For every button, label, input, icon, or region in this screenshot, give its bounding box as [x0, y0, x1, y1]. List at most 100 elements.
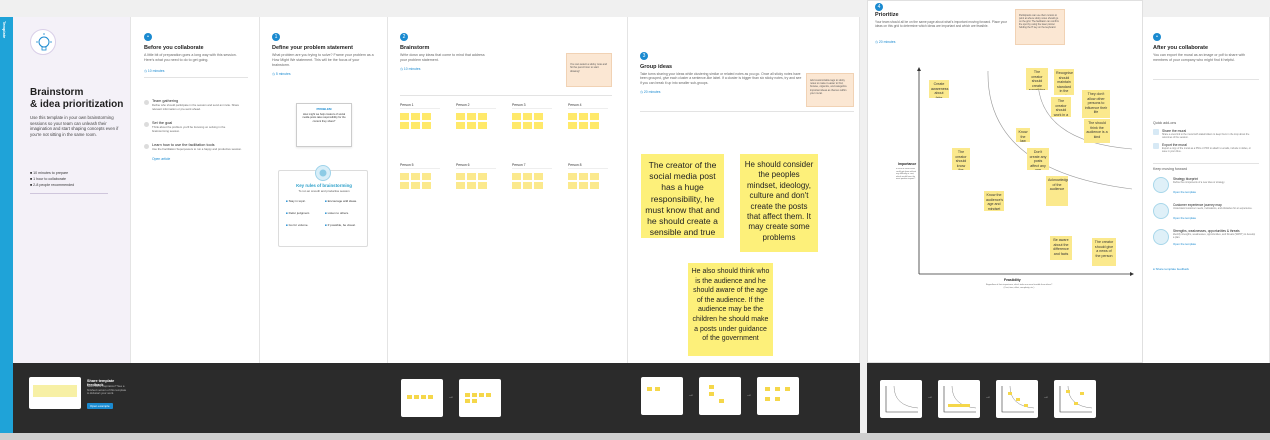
brainstorm-sticky[interactable] — [467, 113, 476, 120]
group-thumb-2[interactable] — [699, 377, 741, 415]
group-sticky-1[interactable]: The creator of the social media post has… — [641, 154, 724, 238]
priority-sticky-note[interactable]: Recognise should maintain standard in th… — [1054, 69, 1074, 95]
brainstorm-sticky[interactable] — [478, 182, 487, 189]
brainstorm-sticky[interactable] — [579, 122, 588, 129]
step2-time-link[interactable]: ◷ 10 minutes — [400, 67, 421, 71]
priority-sticky-note[interactable]: Know the law and rules — [1016, 128, 1030, 142]
step0-time-link[interactable]: ◷ 10 minutes — [144, 69, 165, 73]
brainstorm-sticky[interactable] — [568, 122, 577, 129]
brainstorm-sticky[interactable] — [400, 182, 409, 189]
brainstorm-thumb-1[interactable] — [401, 379, 443, 417]
priority-sticky-note[interactable]: The creator should give a news of the pe… — [1092, 238, 1116, 266]
brainstorm-sticky[interactable] — [534, 122, 543, 129]
group-thumb-1[interactable] — [641, 377, 683, 415]
priority-sticky-note[interactable]: The creator should know the audience — [952, 148, 970, 170]
intro-meta-2: ■ 1 hour to collaborate — [30, 177, 66, 181]
share-feedback-link[interactable]: ● Share template feedback — [1153, 267, 1189, 271]
next-template-1[interactable]: Strategy blueprint Define the components… — [1153, 177, 1259, 199]
brainstorm-sticky[interactable] — [534, 113, 543, 120]
priority-sticky-note[interactable]: They don't allow other persons to influe… — [1082, 90, 1110, 118]
brainstorm-sticky[interactable] — [534, 173, 543, 180]
intro-meta-1: ■ 10 minutes to prepare — [30, 171, 69, 175]
brainstorm-sticky[interactable] — [579, 173, 588, 180]
brainstorm-rules-card: Key rules of brainstorming To run an smo… — [278, 165, 368, 247]
step1-time-link[interactable]: ◷ 5 minutes — [272, 72, 291, 76]
before-collaborate-footer — [131, 363, 260, 433]
brainstorm-sticky[interactable] — [456, 173, 465, 180]
prioritize-thumb-2[interactable] — [938, 380, 980, 418]
brainstorm-sticky[interactable] — [568, 113, 577, 120]
brainstorm-sticky[interactable] — [523, 182, 532, 189]
brainstorm-sticky[interactable] — [411, 182, 420, 189]
open-example-button[interactable]: Open example — [87, 403, 113, 409]
brainstorm-sticky[interactable] — [400, 122, 409, 129]
brainstorm-sticky[interactable] — [400, 113, 409, 120]
prioritize-thumb-4[interactable] — [1054, 380, 1096, 418]
brainstorm-sticky[interactable] — [467, 182, 476, 189]
arrow-icon: → — [688, 392, 694, 398]
step5-desc: You can export the mural as an image or … — [1153, 53, 1245, 62]
arrow-icon: → — [927, 394, 933, 400]
brainstorm-sticky[interactable] — [590, 182, 599, 189]
mural-canvas[interactable]: Template Brainstorm & idea prioritizatio… — [0, 0, 1270, 440]
brainstorm-sticky[interactable] — [579, 113, 588, 120]
brainstorm-sticky[interactable] — [512, 122, 521, 129]
brainstorm-sticky[interactable] — [467, 122, 476, 129]
priority-sticky-note[interactable]: The creator should create something orig… — [1026, 68, 1048, 90]
group-thumb-3[interactable] — [757, 377, 799, 415]
step3-desc: Take turns sharing your ideas while clus… — [640, 72, 802, 85]
brainstorm-sticky[interactable] — [523, 173, 532, 180]
brainstorm-sticky[interactable] — [456, 182, 465, 189]
rule-2: ■ Encourage wild ideas. — [325, 199, 358, 203]
brainstorm-sticky[interactable] — [590, 122, 599, 129]
priority-sticky-note[interactable]: Be aware about the difference and facts — [1050, 236, 1072, 260]
brainstorm-thumb-2[interactable] — [459, 379, 501, 417]
brainstorm-sticky[interactable] — [523, 113, 532, 120]
brainstorm-sticky[interactable] — [456, 113, 465, 120]
brainstorm-sticky[interactable] — [478, 173, 487, 180]
brainstorm-sticky[interactable] — [512, 113, 521, 120]
brainstorm-sticky[interactable] — [568, 173, 577, 180]
priority-sticky-note[interactable]: The should think the audience is a kind — [1084, 119, 1110, 143]
priority-sticky-note[interactable]: Create awareness about fake posts in med… — [929, 80, 949, 98]
example-thumbnail[interactable] — [29, 377, 81, 409]
brainstorm-sticky[interactable] — [579, 182, 588, 189]
priority-sticky-note[interactable]: Know the audience's age and mindset — [984, 191, 1004, 211]
horizontal-scrollbar[interactable] — [0, 433, 1270, 440]
brainstorm-sticky[interactable] — [422, 173, 431, 180]
person-label: Person 2 — [456, 103, 470, 107]
brainstorm-sticky[interactable] — [411, 122, 420, 129]
brainstorm-sticky[interactable] — [422, 122, 431, 129]
next-template-3[interactable]: Strengths, weaknesses, opportunities & t… — [1153, 229, 1259, 251]
step5-title: After you collaborate — [1153, 45, 1209, 51]
priority-sticky-note[interactable]: Don't create any posts affect any one — [1027, 148, 1049, 170]
brainstorm-sticky[interactable] — [411, 113, 420, 120]
brainstorm-sticky[interactable] — [523, 122, 532, 129]
brainstorm-sticky[interactable] — [456, 122, 465, 129]
group-sticky-2[interactable]: He should consider the peoples mindset, … — [740, 154, 818, 252]
keep-moving-title: Keep moving forward — [1153, 167, 1187, 171]
brainstorm-sticky[interactable] — [400, 173, 409, 180]
next-template-2[interactable]: Customer experience journey map Understa… — [1153, 203, 1259, 225]
brainstorm-sticky[interactable] — [422, 182, 431, 189]
step0-desc: A little bit of preparation goes a long … — [144, 53, 237, 62]
group-sticky-3[interactable]: He also should think who is the audience… — [688, 263, 773, 356]
priority-sticky-note[interactable]: Acknowledge of the audience — [1046, 176, 1068, 206]
brainstorm-sticky[interactable] — [534, 182, 543, 189]
brainstorm-sticky[interactable] — [590, 173, 599, 180]
brainstorm-sticky[interactable] — [411, 173, 420, 180]
brainstorm-sticky[interactable] — [512, 182, 521, 189]
group-ideas-panel: 3 Group ideas Take turns sharing your id… — [628, 17, 860, 363]
prioritize-thumb-1[interactable] — [880, 380, 922, 418]
priority-sticky-note[interactable]: The creator should work in a good way — [1051, 97, 1071, 117]
brainstorm-sticky[interactable] — [478, 122, 487, 129]
brainstorm-sticky[interactable] — [422, 113, 431, 120]
brainstorm-sticky[interactable] — [590, 113, 599, 120]
brainstorm-sticky[interactable] — [467, 173, 476, 180]
problem-card[interactable]: PROBLEM How might we help creators of so… — [296, 103, 352, 147]
step3-time-link[interactable]: ◷ 20 minutes — [640, 90, 661, 94]
brainstorm-sticky[interactable] — [568, 182, 577, 189]
brainstorm-sticky[interactable] — [478, 113, 487, 120]
prioritize-thumb-3[interactable] — [996, 380, 1038, 418]
brainstorm-sticky[interactable] — [512, 173, 521, 180]
